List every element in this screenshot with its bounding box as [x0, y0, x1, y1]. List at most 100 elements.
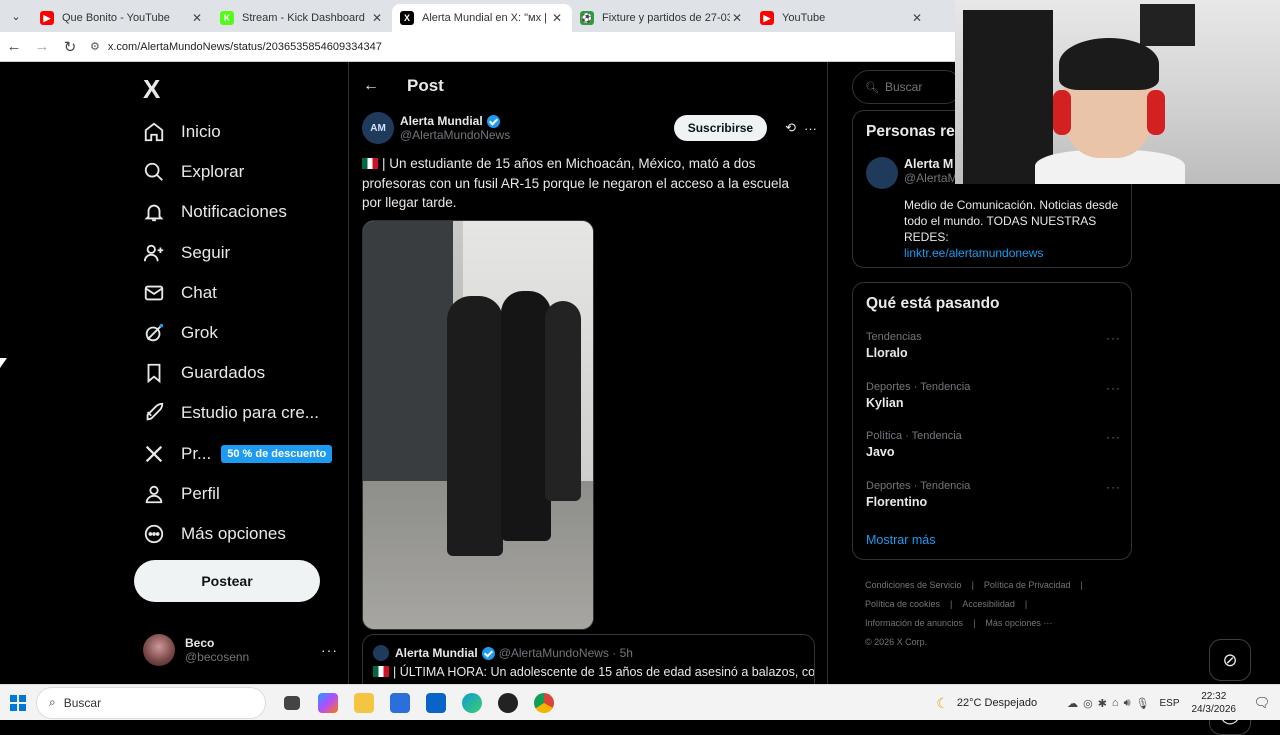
tray-icons[interactable]: ☁ ◎ ✱ ⌂ 🔊︎ 🎙︎	[1067, 697, 1149, 710]
sidebar-item-explorar[interactable]: Explorar	[133, 152, 332, 192]
tab-search-menu-button[interactable]: ⌄	[0, 0, 32, 32]
bluetooth-icon[interactable]: ✱	[1098, 697, 1107, 710]
browser-tab[interactable]: ▶ Que Bonito - YouTube ✕	[32, 4, 212, 32]
file-explorer-icon[interactable]	[346, 685, 382, 721]
x-logo[interactable]: X	[143, 74, 160, 105]
chrome-icon[interactable]	[526, 685, 562, 721]
footer-link[interactable]: Condiciones de Servicio	[865, 580, 962, 590]
follow-icon	[143, 242, 165, 264]
sidebar-item-notificaciones[interactable]: Notificaciones	[133, 192, 332, 232]
volume-icon[interactable]: 🔊︎	[1124, 697, 1131, 710]
reload-button[interactable]: ↻	[56, 33, 84, 61]
trend-item[interactable]: Tendencias Lloralo ···	[866, 331, 1121, 360]
store-icon[interactable]	[382, 685, 418, 721]
browser-tab[interactable]: X Alerta Mundial en X: "мх | Un ✕	[392, 4, 572, 32]
clock-time: 22:32	[1201, 691, 1227, 702]
sidebar-item-perfil[interactable]: Perfil	[133, 474, 332, 514]
forward-button[interactable]: →	[28, 33, 56, 61]
account-switcher[interactable]: Beco @becosenn ···	[143, 630, 338, 670]
mexico-flag-icon	[362, 158, 378, 169]
shield-icon[interactable]: ◎	[1083, 697, 1093, 710]
browser-tab[interactable]: K Stream - Kick Dashboard ✕	[212, 4, 392, 32]
footer-link[interactable]: Accesibilidad	[962, 599, 1015, 609]
sidebar-item-m-s-opciones[interactable]: Más opciones	[133, 514, 332, 554]
author-handle[interactable]: @AlertaMundoNews	[400, 128, 674, 142]
mouse-cursor-icon	[0, 358, 7, 368]
weather-text: 22°C Despejado	[956, 697, 1038, 709]
subscribe-button[interactable]: Suscribirse	[673, 115, 768, 141]
x-premium-icon	[143, 443, 165, 465]
sidebar-item-estudio-para-cre[interactable]: Estudio para cre...	[133, 393, 332, 433]
bell-icon	[143, 201, 165, 223]
mail-icon	[143, 282, 165, 304]
trend-category: Deportes · Tendencia	[866, 380, 971, 393]
author-name[interactable]: Alerta Mundial	[400, 114, 483, 128]
search-input[interactable]: 🔍︎ Buscar	[852, 70, 962, 104]
task-view-icon[interactable]	[274, 685, 310, 721]
tab-title: Alerta Mundial en X: "мх | Un	[422, 12, 550, 24]
mic-icon[interactable]: 🎙︎	[1136, 697, 1150, 710]
close-icon[interactable]: ✕	[190, 11, 204, 25]
sidebar-item-guardados[interactable]: Guardados	[133, 353, 332, 393]
footer-link[interactable]: © 2026 X Corp.	[865, 637, 927, 647]
close-icon[interactable]: ✕	[730, 11, 744, 25]
footer-link[interactable]: Política de Privacidad	[984, 580, 1071, 590]
sidebar-item-seguir[interactable]: Seguir	[133, 233, 332, 273]
more-icon[interactable]: ···	[321, 642, 338, 658]
back-button[interactable]: ←	[0, 33, 28, 61]
back-arrow-icon[interactable]: ←	[363, 77, 379, 95]
trend-item[interactable]: Deportes · Tendencia Florentino ···	[866, 480, 1121, 509]
notifications-icon[interactable]: 🗨︎	[1250, 695, 1274, 711]
close-icon[interactable]: ✕	[550, 11, 564, 25]
language-indicator[interactable]: ESP	[1159, 698, 1179, 709]
start-button[interactable]	[0, 685, 36, 721]
quote-avatar	[373, 645, 389, 661]
more-icon[interactable]: ···	[1106, 331, 1121, 345]
sidebar-item-label: Seguir	[181, 242, 231, 262]
system-tray: ☾ 22°C Despejado ☁ ◎ ✱ ⌂ 🔊︎ 🎙︎ ESP 22:32…	[936, 685, 1280, 721]
sidebar-item-pr[interactable]: Pr... 50 % de descuento	[133, 434, 333, 474]
network-icon[interactable]: ⌂	[1112, 697, 1119, 710]
tab-title: Stream - Kick Dashboard	[242, 12, 365, 24]
more-icon[interactable]: ···	[1106, 480, 1121, 494]
post-button[interactable]: Postear	[134, 560, 320, 602]
taskbar-search[interactable]: ⌕ Buscar	[36, 686, 266, 719]
sidebar-item-chat[interactable]: Chat	[133, 273, 332, 313]
weather-widget[interactable]: ☾ 22°C Despejado	[936, 695, 1037, 712]
sidebar-item-grok[interactable]: Grok	[133, 313, 332, 353]
browser-tab[interactable]: ⚽ Fixture y partidos de 27-03-2 ✕	[572, 4, 752, 32]
bio-link[interactable]: linktr.ee/alertamundonews	[904, 245, 1119, 261]
grok-icon[interactable]: ⟲	[785, 120, 796, 136]
url-field[interactable]: ⚙ x.com/AlertaMundoNews/status/203653585…	[90, 40, 382, 54]
browser-tab[interactable]: ▶ YouTube ✕	[752, 4, 932, 32]
clock[interactable]: 22:32 24/3/2026	[1192, 690, 1237, 716]
post-image[interactable]	[362, 220, 594, 630]
outlook-icon[interactable]	[418, 685, 454, 721]
onedrive-icon[interactable]: ☁	[1067, 697, 1078, 710]
more-icon[interactable]: ···	[804, 121, 817, 136]
tab-favicon-icon: ▶	[40, 11, 54, 25]
show-more-link[interactable]: Mostrar más	[866, 533, 935, 547]
copilot-icon[interactable]	[310, 685, 346, 721]
footer-divider: |	[971, 580, 974, 590]
footer-link[interactable]: Política de cookies	[865, 599, 940, 609]
footer-link[interactable]: Información de anuncios	[865, 618, 963, 628]
sidebar-item-label: Grok	[181, 323, 218, 343]
avatar	[143, 634, 175, 666]
footer-link[interactable]: Más opciones ···	[985, 618, 1052, 628]
site-info-icon[interactable]: ⚙	[90, 40, 100, 53]
footer-links: Condiciones de Servicio | Política de Priv…	[865, 576, 1125, 652]
sidebar-item-label: Estudio para cre...	[181, 403, 319, 423]
more-icon[interactable]: ···	[1106, 430, 1121, 444]
trend-item[interactable]: Deportes · Tendencia Kylian ···	[866, 381, 1121, 410]
close-icon[interactable]: ✕	[370, 11, 384, 25]
more-icon[interactable]: ···	[1106, 381, 1121, 395]
obs-icon[interactable]	[490, 685, 526, 721]
sidebar-item-label: Explorar	[181, 162, 245, 182]
close-icon[interactable]: ✕	[910, 11, 924, 25]
sidebar-item-inicio[interactable]: Inicio	[133, 112, 332, 152]
author-avatar[interactable]: AM	[362, 112, 394, 144]
edge-icon[interactable]	[454, 685, 490, 721]
trend-item[interactable]: Política · Tendencia Javo ···	[866, 430, 1121, 459]
grok-fab-icon[interactable]: ⊘	[1209, 639, 1251, 681]
